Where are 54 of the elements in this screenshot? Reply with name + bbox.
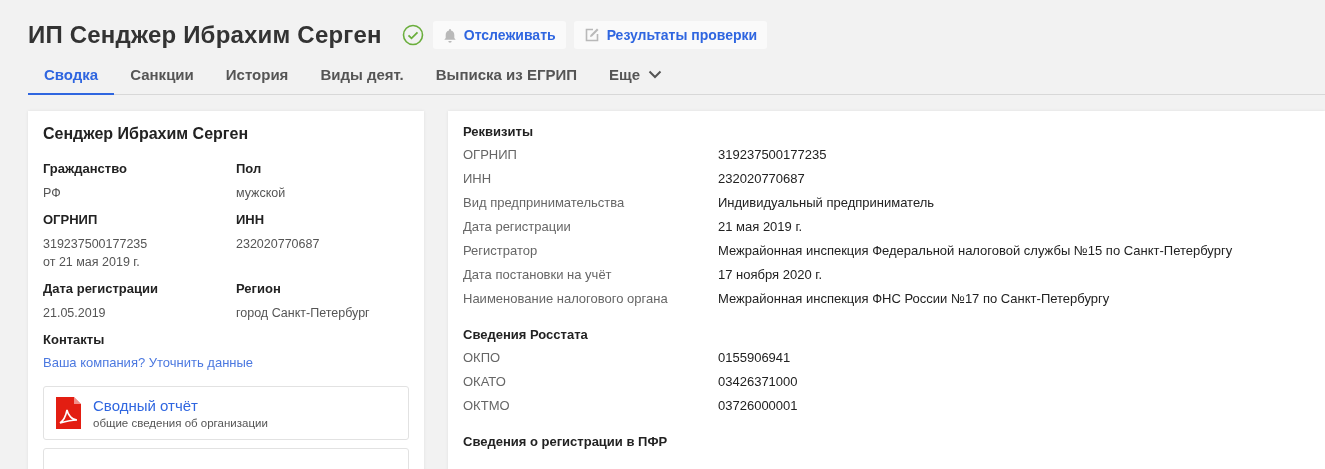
detail-label: Регистратор — [463, 242, 539, 258]
field-value: город Санкт-Петербург — [236, 305, 371, 322]
bell-icon — [442, 27, 457, 43]
detail-value: 03426371000 — [718, 373, 798, 389]
detail-label: ОКАТО — [463, 373, 507, 389]
detail-label: ИНН — [463, 170, 493, 186]
section-title: Реквизиты — [463, 124, 534, 139]
detail-label: ОКПО — [463, 349, 502, 365]
detail-label: Наименование налогового органа — [463, 290, 669, 306]
detail-value: 232020770687 — [718, 170, 805, 186]
detail-label: ОКТМО — [463, 397, 511, 413]
detail-value: Межрайонная инспекция ФНС России №17 по Санкт-Петербургу — [718, 290, 1110, 306]
field-label: Пол — [236, 161, 263, 176]
edit-icon — [583, 27, 600, 43]
field-label: ОГРНИП — [43, 212, 99, 227]
field-label: ИНН — [236, 212, 266, 227]
detail-label: ОГРНИП — [463, 146, 518, 162]
section-title: Сведения о регистрации в ПФР — [463, 434, 669, 449]
field-value: мужской — [236, 185, 287, 202]
field-value: 232020770687 — [236, 236, 321, 253]
tab[interactable]: Сводка — [28, 60, 115, 95]
tab[interactable]: Выписка из ЕГРИП — [419, 60, 593, 95]
detail-value: 21 мая 2019 г. — [718, 218, 803, 234]
field-value: 319237500177235 — [43, 236, 149, 253]
report-card[interactable]: Сводный отчёт общие сведения об организации — [43, 386, 409, 440]
detail-value: 17 ноября 2020 г. — [718, 266, 822, 282]
field-label: Дата регистрации — [43, 281, 160, 296]
tab[interactable]: Еще — [592, 60, 678, 95]
update-data-link[interactable]: Ваша компания? Уточнить данные — [43, 355, 409, 370]
field-label: Гражданство — [43, 161, 128, 176]
detail-label: Дата регистрации — [463, 218, 572, 234]
section-title: Сведения Росстата — [463, 327, 589, 342]
follow-button[interactable]: Отслеживать — [432, 21, 566, 49]
field-label: Регион — [236, 281, 282, 296]
tab[interactable]: История — [209, 60, 305, 95]
field-value: от 21 мая 2019 г. — [43, 254, 141, 271]
detail-label: Дата постановки на учёт — [463, 266, 613, 282]
report-title: Сводный отчёт — [93, 397, 199, 414]
detail-value: Индивидуальный предприниматель — [718, 194, 935, 210]
field-value: 21.05.2019 — [43, 305, 107, 322]
field-label: Контакты — [43, 332, 106, 347]
field-value: РФ — [43, 185, 62, 202]
pdf-file-icon — [56, 397, 81, 429]
company-title: ИП Сенджер Ибрахим Серген — [28, 21, 382, 49]
check-results-button[interactable]: Результаты проверки — [573, 21, 768, 49]
tab[interactable]: Виды деят. — [304, 60, 420, 95]
detail-value: 319237500177235 — [718, 146, 827, 162]
detail-value: Межрайонная инспекция Федеральной налоговой службы №15 по Санкт-Петербургу — [718, 242, 1233, 258]
report-description: общие сведения об организации — [93, 417, 268, 429]
detail-value: 0155906941 — [718, 349, 791, 365]
person-name: Сенджер Ибрахим Серген — [43, 125, 250, 143]
tab[interactable]: Санкции — [114, 60, 210, 95]
detail-label: Вид предпринимательства — [463, 194, 626, 210]
detail-value: 03726000001 — [718, 397, 798, 413]
